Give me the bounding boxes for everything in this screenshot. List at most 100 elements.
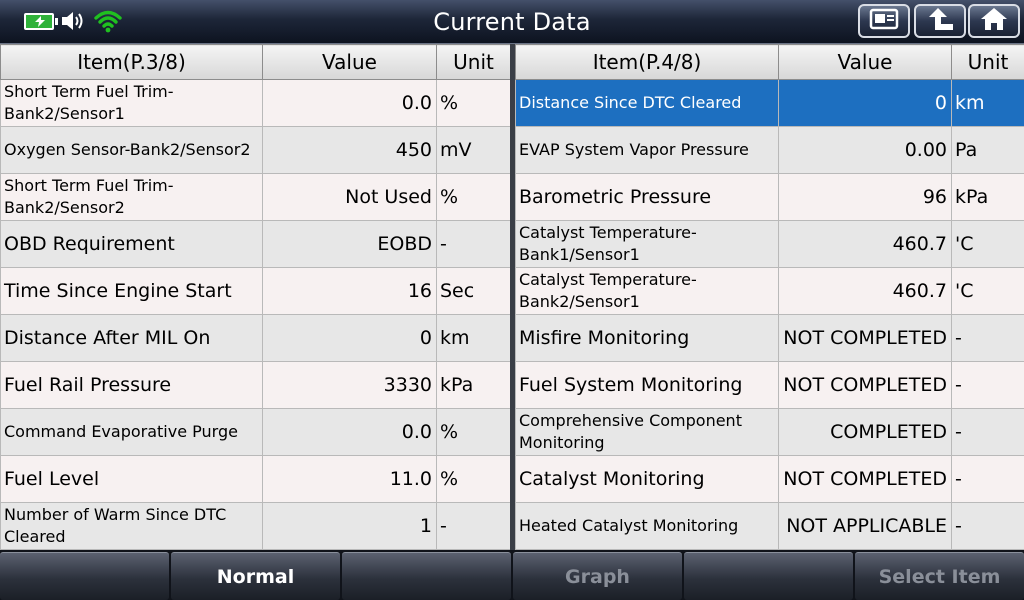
item-unit: mV: [436, 126, 511, 174]
table-row[interactable]: Short Term Fuel Trim-Bank2/Sensor1 0.0 %: [0, 79, 511, 127]
toolbar-blank-button-3[interactable]: [684, 552, 853, 600]
item-value: NOT COMPLETED: [778, 314, 952, 362]
table-row-selected[interactable]: Distance Since DTC Cleared 0 km: [515, 79, 1024, 127]
table-row[interactable]: Heated Catalyst Monitoring NOT APPLICABL…: [515, 502, 1024, 550]
title-bar: Current Data: [0, 0, 1024, 44]
item-value: 11.0: [262, 455, 437, 503]
data-table-page-3: Item(P.3/8) Value Unit Short Term Fuel T…: [0, 44, 511, 550]
item-unit: -: [951, 361, 1024, 409]
item-name: Catalyst Temperature-Bank2/Sensor1: [515, 267, 779, 315]
item-name: Barometric Pressure: [515, 173, 779, 221]
item-name: Catalyst Monitoring: [515, 455, 779, 503]
item-name: Oxygen Sensor-Bank2/Sensor2: [0, 126, 263, 174]
item-unit: km: [951, 79, 1024, 127]
item-name: Heated Catalyst Monitoring: [515, 502, 779, 550]
item-value: 96: [778, 173, 952, 221]
item-name: Fuel System Monitoring: [515, 361, 779, 409]
table-row[interactable]: Number of Warm Since DTC Cleared 1 -: [0, 502, 511, 550]
item-value: NOT APPLICABLE: [778, 502, 952, 550]
item-unit: 'C: [951, 267, 1024, 315]
home-icon: [979, 6, 1009, 36]
item-value: 3330: [262, 361, 437, 409]
toolbar-blank-button-1[interactable]: [0, 552, 169, 600]
report-icon: [869, 7, 899, 35]
item-unit: Pa: [951, 126, 1024, 174]
table-row[interactable]: Command Evaporative Purge 0.0 %: [0, 408, 511, 456]
item-name: OBD Requirement: [0, 220, 263, 268]
item-unit: -: [436, 502, 511, 550]
arrow-up-back-icon: [925, 6, 955, 36]
normal-button[interactable]: Normal: [171, 552, 340, 600]
item-name: Fuel Level: [0, 455, 263, 503]
toolbar-blank-button-2[interactable]: [342, 552, 511, 600]
table-row[interactable]: Misfire Monitoring NOT COMPLETED -: [515, 314, 1024, 362]
item-unit: Sec: [436, 267, 511, 315]
item-name: EVAP System Vapor Pressure: [515, 126, 779, 174]
item-value: 460.7: [778, 220, 952, 268]
table-row[interactable]: Distance After MIL On 0 km: [0, 314, 511, 362]
table-row[interactable]: Catalyst Monitoring NOT COMPLETED -: [515, 455, 1024, 503]
right-data-panel: Item(P.4/8) Value Unit Distance Since DT…: [515, 44, 1024, 550]
item-unit: km: [436, 314, 511, 362]
item-unit: -: [436, 220, 511, 268]
home-button[interactable]: [968, 4, 1020, 38]
table-row[interactable]: Short Term Fuel Trim-Bank2/Sensor2 Not U…: [0, 173, 511, 221]
item-value: 0.0: [262, 408, 437, 456]
table-row[interactable]: Oxygen Sensor-Bank2/Sensor2 450 mV: [0, 126, 511, 174]
item-name: Catalyst Temperature-Bank1/Sensor1: [515, 220, 779, 268]
item-value: NOT COMPLETED: [778, 455, 952, 503]
item-value: 16: [262, 267, 437, 315]
item-name: Misfire Monitoring: [515, 314, 779, 362]
table-row[interactable]: Barometric Pressure 96 kPa: [515, 173, 1024, 221]
item-name: Comprehensive Component Monitoring: [515, 408, 779, 456]
item-unit: %: [436, 408, 511, 456]
item-unit: -: [951, 408, 1024, 456]
left-data-panel: Item(P.3/8) Value Unit Short Term Fuel T…: [0, 44, 511, 550]
table-row[interactable]: Fuel Level 11.0 %: [0, 455, 511, 503]
item-name: Distance Since DTC Cleared: [515, 79, 779, 127]
item-unit: kPa: [436, 361, 511, 409]
item-value: 0: [262, 314, 437, 362]
column-header-value: Value: [262, 44, 437, 80]
table-row[interactable]: EVAP System Vapor Pressure 0.00 Pa: [515, 126, 1024, 174]
item-unit: kPa: [951, 173, 1024, 221]
back-button[interactable]: [914, 4, 966, 38]
column-header-value: Value: [778, 44, 952, 80]
item-value: NOT COMPLETED: [778, 361, 952, 409]
item-value: COMPLETED: [778, 408, 952, 456]
table-row[interactable]: Comprehensive Component Monitoring COMPL…: [515, 408, 1024, 456]
item-unit: -: [951, 314, 1024, 362]
item-unit: 'C: [951, 220, 1024, 268]
bottom-toolbar: Normal Graph Select Item: [0, 550, 1024, 600]
item-value: 0.0: [262, 79, 437, 127]
item-value: EOBD: [262, 220, 437, 268]
item-name: Short Term Fuel Trim-Bank2/Sensor1: [0, 79, 263, 127]
item-unit: %: [436, 455, 511, 503]
table-row[interactable]: Fuel System Monitoring NOT COMPLETED -: [515, 361, 1024, 409]
item-value: 460.7: [778, 267, 952, 315]
column-header-unit: Unit: [436, 44, 511, 80]
column-header-item: Item(P.3/8): [0, 44, 263, 80]
item-unit: %: [436, 173, 511, 221]
column-header-item: Item(P.4/8): [515, 44, 779, 80]
item-name: Short Term Fuel Trim-Bank2/Sensor2: [0, 173, 263, 221]
table-row[interactable]: Catalyst Temperature-Bank1/Sensor1 460.7…: [515, 220, 1024, 268]
print-report-button[interactable]: [858, 4, 910, 38]
table-row[interactable]: OBD Requirement EOBD -: [0, 220, 511, 268]
item-unit: %: [436, 79, 511, 127]
table-row[interactable]: Fuel Rail Pressure 3330 kPa: [0, 361, 511, 409]
item-name: Number of Warm Since DTC Cleared: [0, 502, 263, 550]
data-table-page-4: Item(P.4/8) Value Unit Distance Since DT…: [515, 44, 1024, 550]
column-header-unit: Unit: [951, 44, 1024, 80]
select-item-button[interactable]: Select Item: [855, 552, 1024, 600]
item-unit: -: [951, 455, 1024, 503]
item-value: 1: [262, 502, 437, 550]
item-value: 450: [262, 126, 437, 174]
table-row[interactable]: Time Since Engine Start 16 Sec: [0, 267, 511, 315]
item-value: Not Used: [262, 173, 437, 221]
item-unit: -: [951, 502, 1024, 550]
item-name: Command Evaporative Purge: [0, 408, 263, 456]
item-name: Time Since Engine Start: [0, 267, 263, 315]
table-row[interactable]: Catalyst Temperature-Bank2/Sensor1 460.7…: [515, 267, 1024, 315]
graph-button[interactable]: Graph: [513, 552, 682, 600]
